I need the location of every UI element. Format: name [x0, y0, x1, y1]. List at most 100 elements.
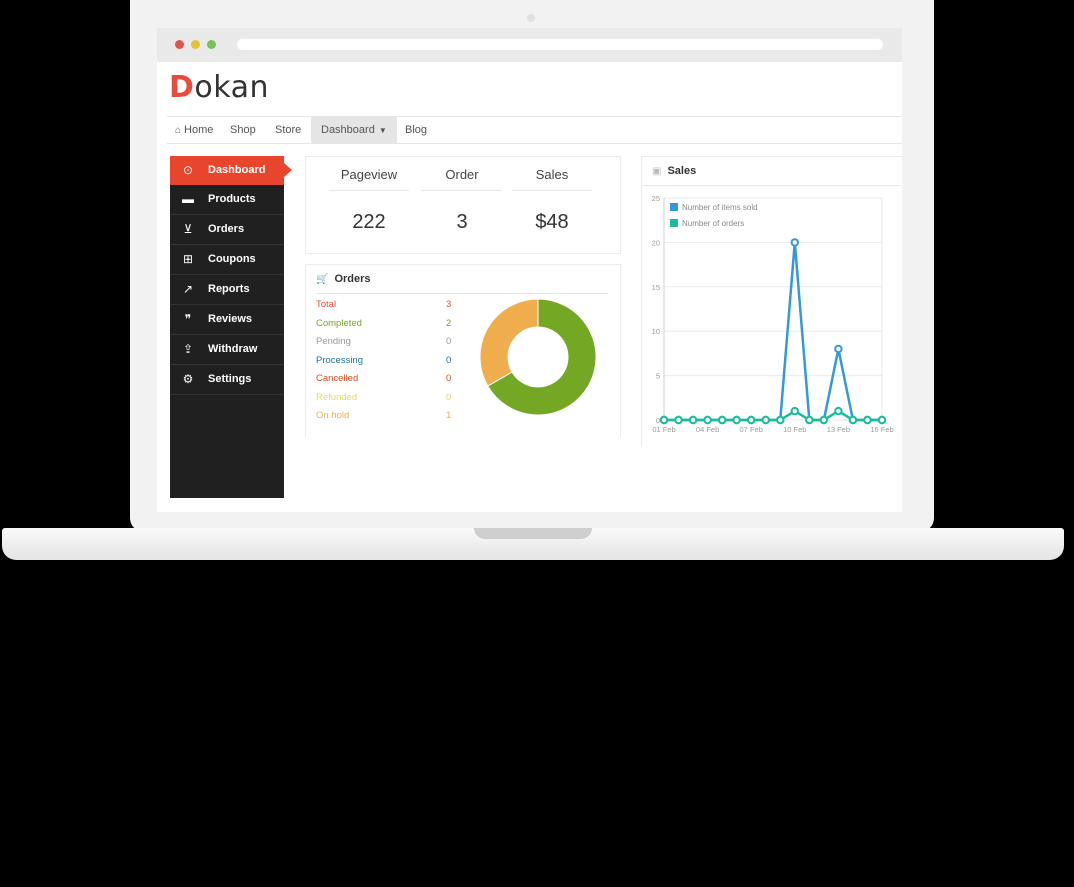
sidebar-item-products[interactable]: ▬ Products: [170, 185, 284, 215]
laptop-camera: [527, 14, 535, 22]
data-point: [688, 415, 698, 425]
data-point: [674, 415, 683, 425]
sidebar-item-label: Coupons: [208, 253, 256, 265]
nav-dashboard[interactable]: Dashboard ▼: [311, 117, 397, 143]
sidebar-item-label: Orders: [208, 223, 245, 235]
x-tick-label: 07 Feb: [740, 425, 763, 434]
gift-icon: ⊞: [182, 252, 194, 266]
data-point: [848, 415, 858, 425]
browser-toolbar: [157, 28, 902, 62]
order-status-row: Pending 0: [316, 336, 456, 352]
data-point: [732, 415, 741, 425]
data-point: [790, 406, 800, 416]
stat-label: Sales: [512, 167, 592, 191]
legend-label: Number of items sold: [682, 203, 758, 212]
legend-swatch: [670, 203, 678, 211]
legend-label: Number of orders: [682, 219, 744, 228]
data-point: [717, 415, 727, 425]
sidebar-item-withdraw[interactable]: ⇪ Withdraw: [170, 335, 284, 365]
stat-value: 222: [352, 211, 386, 233]
sidebar-item-orders[interactable]: ⊻ Orders: [170, 215, 284, 245]
sidebar-item-dashboard[interactable]: ⊙ Dashboard: [170, 156, 292, 185]
y-tick-label: 20: [652, 238, 660, 247]
stat-label: Pageview: [329, 167, 409, 191]
data-point: [877, 415, 887, 425]
order-status-row: Total 3: [316, 299, 456, 315]
nav-store[interactable]: Store: [275, 117, 301, 143]
basket-icon: ⊻: [183, 222, 193, 236]
y-tick-label: 15: [652, 283, 660, 292]
stat-label: Order: [422, 167, 502, 191]
order-status-row: Completed 2: [316, 318, 456, 334]
top-navigation: ⌂ Home Shop Store Dashboard ▼ Blog: [167, 116, 902, 144]
data-point: [863, 415, 872, 425]
orders-donut-chart: [479, 298, 597, 416]
window-minimize-dot[interactable]: [191, 40, 200, 49]
sidebar-item-coupons[interactable]: ⊞ Coupons: [170, 245, 284, 275]
nav-shop[interactable]: Shop: [230, 117, 256, 143]
data-point: [805, 415, 814, 425]
orders-card-title: Orders: [334, 273, 371, 285]
sidebar-item-reviews[interactable]: ❞ Reviews: [170, 305, 284, 335]
x-tick-label: 01 Feb: [652, 425, 675, 434]
logo-text: okan: [194, 70, 270, 105]
data-point: [747, 415, 756, 425]
order-status-label: Processing: [316, 354, 363, 366]
donut-slice-on-hold: [479, 298, 539, 387]
data-point: [761, 415, 770, 425]
site-logo[interactable]: Dokan: [169, 70, 269, 106]
sales-card-header: ▣ Sales: [642, 157, 902, 186]
line-chart-icon: ↗: [182, 282, 194, 296]
comments-icon: ❞: [184, 312, 192, 326]
sidebar-item-reports[interactable]: ↗ Reports: [170, 275, 284, 305]
order-status-label: Pending: [316, 336, 351, 347]
order-status-row: On hold 1: [316, 410, 456, 426]
stats-summary-card: Pageview 222 Order 3 Sales $48: [305, 156, 621, 254]
dashboard-icon: ⊙: [182, 163, 194, 177]
order-status-row: Cancelled 0: [316, 373, 456, 389]
sidebar-item-label: Reviews: [208, 313, 253, 325]
order-status-count: 2: [446, 317, 452, 329]
cart-icon: 🛒: [316, 274, 329, 285]
nav-blog[interactable]: Blog: [405, 117, 427, 143]
x-tick-label: 04 Feb: [696, 425, 719, 434]
window-maximize-dot[interactable]: [207, 40, 216, 49]
nav-dashboard-label: Dashboard: [321, 124, 375, 136]
order-status-label: Cancelled: [316, 373, 359, 384]
nav-home[interactable]: ⌂ Home: [175, 117, 213, 143]
data-point: [790, 238, 800, 247]
order-status-label: Total: [316, 299, 337, 310]
order-status-label: Completed: [316, 317, 362, 329]
y-tick-label: 25: [652, 194, 660, 203]
order-status-count: 0: [446, 354, 452, 366]
home-icon: ⌂: [175, 125, 182, 136]
data-point: [819, 415, 829, 425]
orders-card-header: 🛒 Orders: [316, 273, 608, 294]
stat-value: 3: [456, 211, 468, 233]
x-tick-label: 10 Feb: [783, 425, 806, 434]
laptop-base-notch: [474, 528, 592, 539]
y-tick-label: 5: [656, 372, 660, 381]
logo-initial: D: [169, 70, 195, 105]
order-status-label: Refunded: [316, 391, 358, 403]
sidebar-item-label: Dashboard: [208, 164, 266, 176]
legend-swatch: [670, 219, 678, 227]
nav-home-label: Home: [184, 124, 214, 136]
upload-icon: ⇪: [182, 342, 194, 356]
address-bar[interactable]: [237, 39, 883, 50]
stat-value: $48: [535, 211, 569, 233]
sales-chart-card: ▣ Sales 0 5 10 15 20 25 01 Feb 04 Feb 07 Feb 10 Fe…: [641, 156, 902, 447]
data-point: [703, 415, 712, 425]
sidebar-item-settings[interactable]: ⚙ Settings: [170, 365, 284, 395]
data-point: [776, 415, 785, 425]
sales-card-title: Sales: [667, 165, 697, 177]
order-status-count: 1: [446, 410, 452, 421]
sidebar-item-label: Products: [208, 193, 256, 205]
order-status-count: 3: [446, 299, 452, 310]
data-point: [659, 415, 669, 425]
laptop-screen: Dokan ⌂ Home Shop Store Dashboard ▼ Blog ⊙…: [157, 28, 902, 512]
window-close-dot[interactable]: [175, 40, 184, 49]
sidebar-item-label: Reports: [208, 283, 250, 295]
order-status-count: 0: [446, 391, 452, 403]
order-status-count: 0: [446, 373, 452, 384]
